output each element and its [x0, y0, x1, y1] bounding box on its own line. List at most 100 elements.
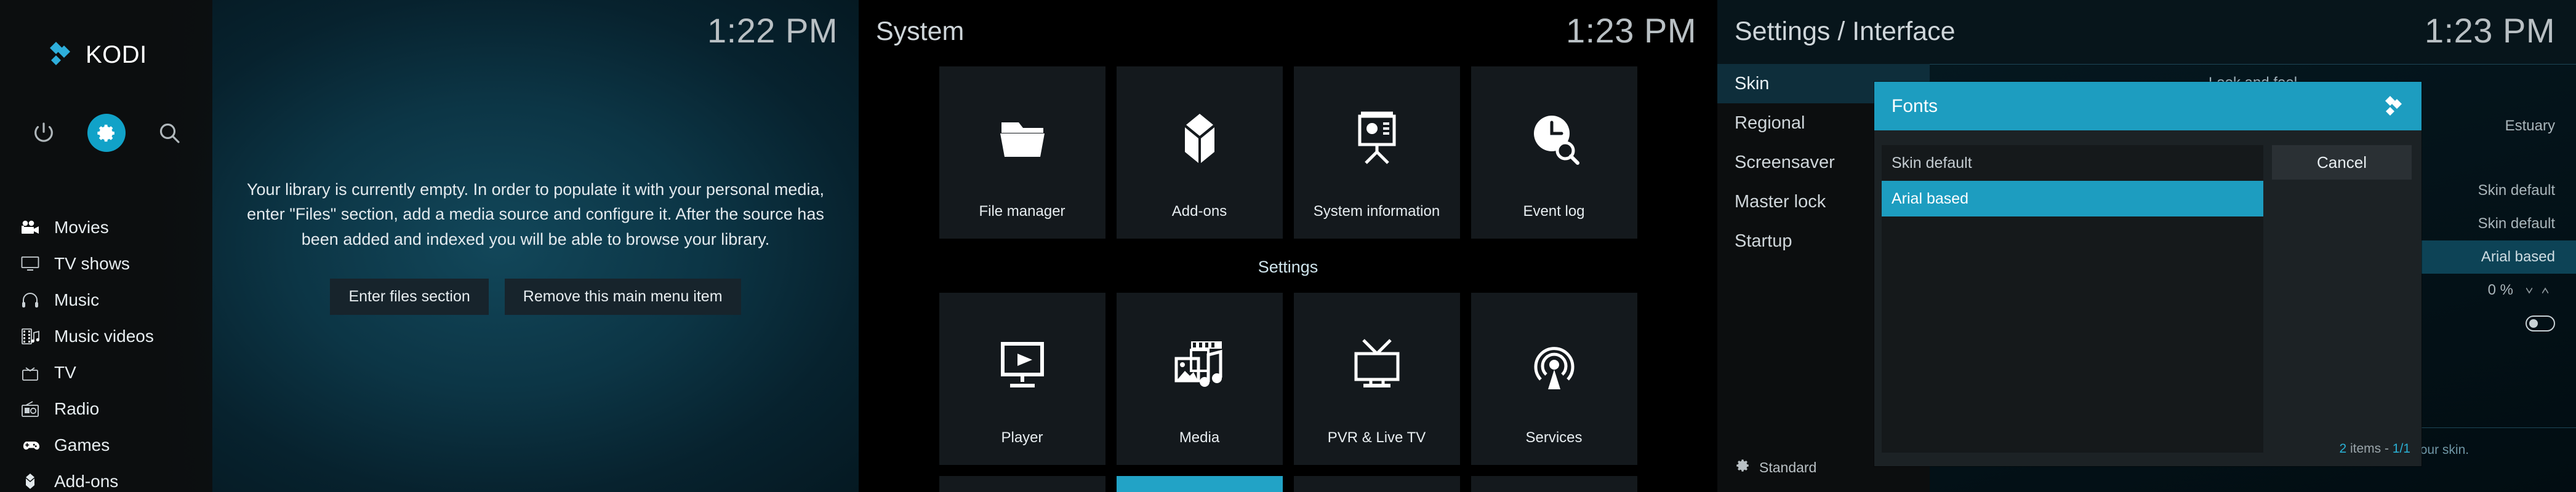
- remove-main-menu-item-button[interactable]: Remove this main menu item: [504, 279, 741, 315]
- tile-profiles[interactable]: Profiles: [1293, 476, 1460, 492]
- font-option-skin-default[interactable]: Skin default: [1882, 145, 2263, 181]
- system-window: System 1:23 PM File manager Add-ons Syst…: [859, 0, 1717, 492]
- sidebar-item-label: TV: [54, 362, 76, 382]
- system-grid: File manager Add-ons System information …: [859, 66, 1717, 492]
- page-indicator: 1/1: [2392, 442, 2410, 456]
- kodi-logo: KODI: [49, 42, 147, 68]
- fonts-dialog-title: Fonts: [1892, 95, 1938, 116]
- page-title-system: System: [876, 17, 965, 46]
- addons-box-icon: [1170, 92, 1229, 184]
- tile-media[interactable]: Media: [1116, 293, 1283, 465]
- settings-level-label: Standard: [1759, 459, 1817, 475]
- antenna-tv-icon: [1347, 319, 1406, 411]
- empty-library-message: Your library is currently empty. In orde…: [247, 180, 824, 248]
- folder-icon: [993, 92, 1052, 184]
- presentation-chart-icon: [1347, 92, 1406, 184]
- system-top-row: File manager Add-ons System information …: [939, 66, 1637, 239]
- sidebar-item-label: Add-ons: [54, 471, 119, 491]
- tile-label: Player: [1001, 429, 1043, 446]
- tile-label: Add-ons: [1171, 203, 1227, 220]
- tile-label: System information: [1313, 203, 1440, 220]
- fonts-dialog-side: Cancel 2 items - 1/1: [2263, 130, 2422, 466]
- tile-event-log[interactable]: Event log: [1471, 66, 1637, 239]
- enter-files-section-button[interactable]: Enter files section: [330, 279, 489, 315]
- tile-label: Services: [1525, 429, 1583, 446]
- fonts-dialog-count: 2 items - 1/1: [2339, 442, 2410, 456]
- sidebar-item-games[interactable]: Games: [0, 427, 212, 463]
- fonts-option-list: Skin default Arial based: [1882, 145, 2263, 453]
- tile-system[interactable]: System: [1471, 476, 1637, 492]
- clock-panel2: 1:23 PM: [1565, 11, 1696, 50]
- gear-icon: [1735, 458, 1751, 477]
- headphones-icon: [18, 290, 42, 311]
- sidebar-item-radio[interactable]: Radio: [0, 391, 212, 427]
- screenshot-strip: 1:22 PM KODI Movies TV shows Music Music…: [0, 0, 2576, 492]
- settings-section-title: Settings: [1258, 258, 1318, 276]
- power-icon[interactable]: [30, 119, 58, 147]
- tile-add-ons[interactable]: Add-ons: [1116, 66, 1283, 239]
- settings-row-2: Games: [939, 476, 1637, 492]
- sidebar-item-movies[interactable]: Movies: [0, 209, 212, 245]
- home-content-area: Your library is currently empty. In orde…: [212, 0, 859, 492]
- stepper-arrows[interactable]: [2526, 286, 2555, 295]
- tile-interface[interactable]: Interface: [1116, 476, 1283, 492]
- font-option-arial-based[interactable]: Arial based: [1882, 181, 2263, 216]
- settings-gear-icon[interactable]: [87, 114, 126, 152]
- sidebar-item-label: Games: [54, 435, 110, 454]
- zoom-stepper[interactable]: 0 %: [2488, 282, 2555, 299]
- tile-system-information[interactable]: System information: [1293, 66, 1460, 239]
- tile-label: Event log: [1523, 203, 1585, 220]
- gamepad-icon: [18, 435, 42, 456]
- sidebar-item-label: Movies: [54, 217, 109, 237]
- tile-label: File manager: [979, 203, 1065, 220]
- settings-level-toggle[interactable]: Standard: [1735, 458, 1816, 477]
- sidebar-item-add-ons[interactable]: Add-ons: [0, 463, 212, 492]
- tile-services[interactable]: Services: [1471, 293, 1637, 465]
- movie-camera-icon: [18, 217, 42, 238]
- clock-panel3: 1:23 PM: [2424, 11, 2555, 50]
- tile-label: Media: [1179, 429, 1220, 446]
- tile-label: PVR & Live TV: [1327, 429, 1426, 446]
- sidebar-item-label: Music videos: [54, 326, 154, 346]
- settings-interface-window: Settings / Interface 1:23 PM Skin Region…: [1717, 0, 2576, 492]
- chevron-up-icon: [2542, 287, 2549, 294]
- empty-library-actions: Enter files section Remove this main men…: [330, 279, 741, 315]
- fonts-dialog-body: Skin default Arial based Cancel 2 items …: [1874, 130, 2422, 466]
- home-main-menu: Movies TV shows Music Music videos TV Ra…: [0, 209, 212, 492]
- cancel-button[interactable]: Cancel: [2272, 145, 2412, 180]
- addons-box-icon: [18, 471, 42, 492]
- broadcast-services-icon: [1525, 319, 1584, 411]
- player-monitor-icon: [993, 319, 1052, 411]
- tile-file-manager[interactable]: File manager: [939, 66, 1105, 239]
- kodi-home-window: 1:22 PM KODI Movies TV shows Music Music…: [0, 0, 859, 492]
- retro-tv-icon: [18, 362, 42, 383]
- toggle-knob: [2529, 319, 2538, 328]
- home-sidebar: KODI Movies TV shows Music Music videos …: [0, 0, 212, 492]
- kodi-logo-text: KODI: [86, 41, 147, 68]
- search-icon[interactable]: [155, 119, 183, 147]
- media-photo-music-icon: [1170, 319, 1229, 411]
- kodi-logo-icon: [49, 42, 78, 68]
- sidebar-item-music[interactable]: Music: [0, 282, 212, 318]
- breadcrumb: Settings / Interface: [1735, 17, 1956, 46]
- clock-search-icon: [1525, 92, 1584, 184]
- home-quickbar: [30, 114, 183, 152]
- sidebar-item-label: TV shows: [54, 253, 130, 273]
- boolean-toggle[interactable]: [2526, 315, 2555, 331]
- tile-pvr-live-tv[interactable]: PVR & Live TV: [1293, 293, 1460, 465]
- kodi-logo-icon: [2385, 95, 2408, 117]
- fonts-dialog: Fonts Skin default Arial based Cancel 2 …: [1874, 82, 2422, 466]
- radio-icon: [18, 399, 42, 419]
- tv-monitor-icon: [18, 253, 42, 274]
- fonts-dialog-header: Fonts: [1874, 82, 2422, 130]
- sidebar-item-label: Radio: [54, 399, 100, 418]
- tile-player[interactable]: Player: [939, 293, 1105, 465]
- sidebar-item-music-videos[interactable]: Music videos: [0, 318, 212, 354]
- sidebar-item-tv-shows[interactable]: TV shows: [0, 245, 212, 282]
- sidebar-item-tv[interactable]: TV: [0, 354, 212, 391]
- chevron-down-icon: [2526, 287, 2533, 294]
- music-video-icon: [18, 326, 42, 347]
- tile-games[interactable]: Games: [939, 476, 1105, 492]
- item-count: 2: [2339, 442, 2347, 456]
- zoom-value: 0 %: [2487, 282, 2513, 298]
